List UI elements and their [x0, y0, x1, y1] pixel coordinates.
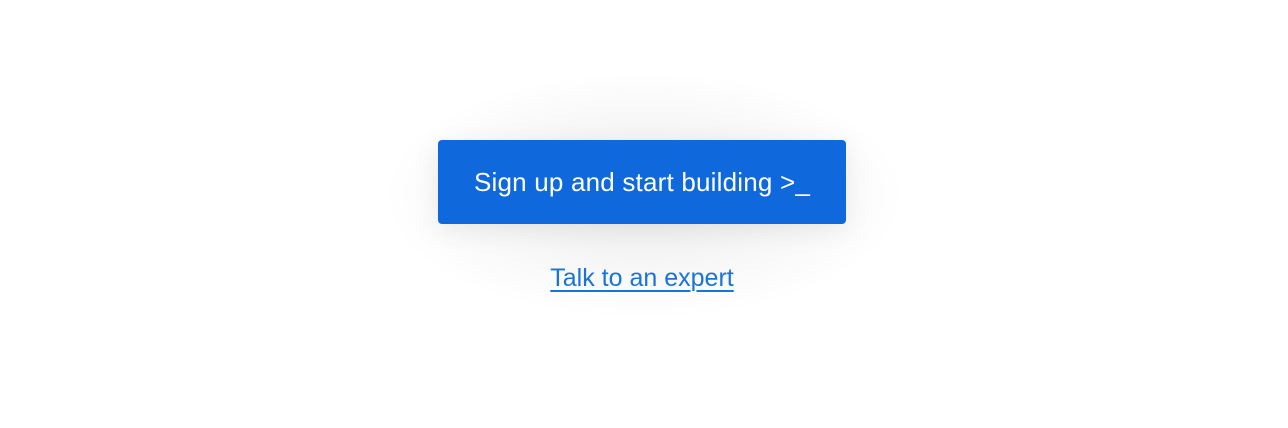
- sign-up-button[interactable]: Sign up and start building >_: [438, 140, 846, 224]
- talk-to-expert-link[interactable]: Talk to an expert: [438, 264, 846, 293]
- cta-section: Sign up and start building >_ Talk to an…: [438, 140, 846, 292]
